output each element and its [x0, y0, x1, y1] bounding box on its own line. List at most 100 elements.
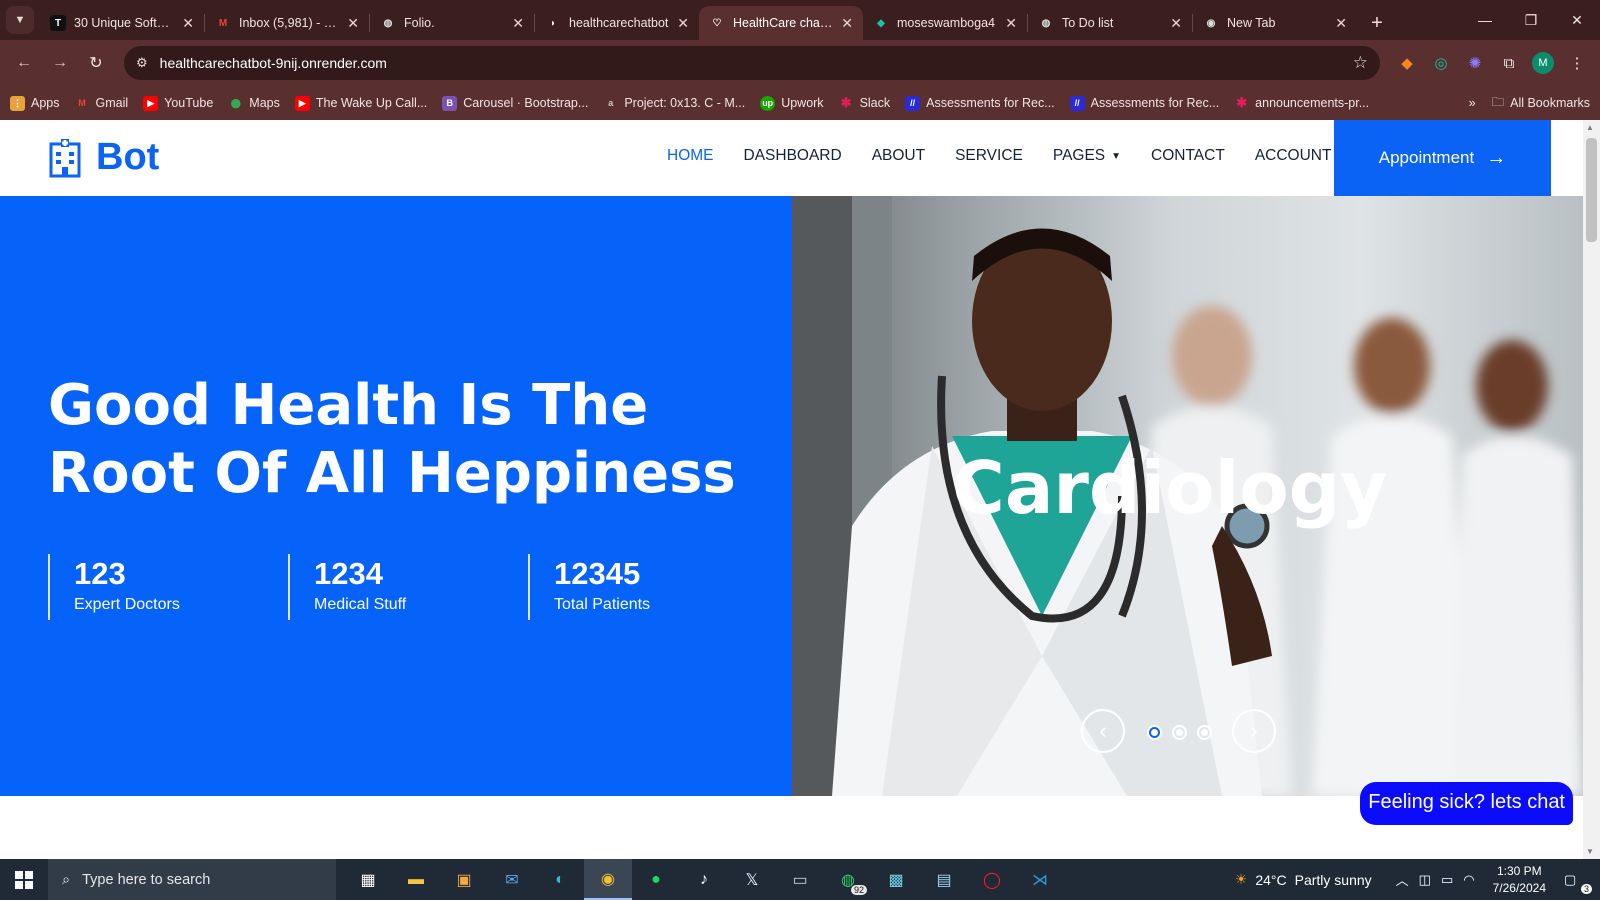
bookmark-wake-up-call[interactable]: ▶ The Wake Up Call... — [294, 95, 427, 111]
appointment-label: Appointment — [1378, 148, 1475, 167]
bookmark-alx-project[interactable]: a Project: 0x13. C - M... — [603, 96, 745, 111]
snipping-tool-icon[interactable]: ▩ — [872, 859, 920, 900]
new-tab-button[interactable]: + — [1363, 9, 1391, 37]
bookmark-maps[interactable]: ⬤ Maps — [228, 96, 280, 111]
mail-icon[interactable]: ✉ — [488, 859, 536, 900]
bookmark-assessments-2[interactable]: // Assessments for Rec... — [1069, 95, 1219, 111]
bookmark-youtube[interactable]: ▶ YouTube — [143, 95, 213, 111]
metamask-extension-icon[interactable]: ◆ — [1392, 48, 1422, 78]
web-page: Bot HOME DASHBOARD ABOUT SERVICE PAGES ▼ … — [0, 120, 1583, 859]
bookmark-announcements[interactable]: ✱ announcements-pr... — [1234, 95, 1369, 111]
reload-button[interactable]: ↻ — [80, 47, 112, 79]
appointment-button[interactable]: Appointment → — [1334, 120, 1551, 196]
meet-now-icon[interactable]: ◫ — [1419, 872, 1431, 888]
minimize-icon[interactable]: — — [1462, 0, 1508, 40]
scroll-down-icon[interactable]: ▼ — [1586, 847, 1594, 856]
battery-icon[interactable]: ▭ — [1441, 872, 1453, 888]
extension-gear-icon[interactable]: ✺ — [1460, 48, 1490, 78]
tab-3[interactable]: ◍ Folio. ✕ — [370, 6, 534, 40]
close-icon[interactable]: ✕ — [1170, 15, 1182, 32]
tiktok-icon[interactable]: ♪ — [680, 859, 728, 900]
address-bar[interactable]: ⚙ healthcarechatbot-9nij.onrender.com ☆ — [124, 46, 1380, 80]
spotify-icon[interactable]: ● — [632, 859, 680, 900]
close-icon[interactable]: ✕ — [677, 15, 689, 32]
close-window-icon[interactable]: ✕ — [1554, 0, 1600, 40]
close-icon[interactable]: ✕ — [1335, 15, 1347, 32]
stat-label: Expert Doctors — [74, 596, 180, 613]
tab-5-active[interactable]: ♡ HealthCare chatbot ✕ — [699, 6, 863, 40]
url-text[interactable]: healthcarechatbot-9nij.onrender.com — [160, 55, 1341, 71]
chrome-icon[interactable]: ◉ — [584, 859, 632, 900]
carousel-next-button[interactable]: › — [1232, 709, 1276, 753]
close-icon[interactable]: ✕ — [182, 15, 194, 32]
file-explorer-icon[interactable]: ▬ — [392, 859, 440, 900]
restore-icon[interactable]: ❐ — [1508, 0, 1554, 40]
more-bookmarks-chevron-icon[interactable]: » — [1469, 96, 1476, 110]
edge-icon[interactable]: ◐ — [536, 859, 584, 900]
bookmark-upwork[interactable]: up Upwork — [760, 95, 824, 111]
close-icon[interactable]: ✕ — [347, 15, 359, 32]
tab-6[interactable]: ◆ moseswamboga4 ✕ — [863, 6, 1027, 40]
carousel-dot-1[interactable] — [1147, 725, 1162, 740]
tab-2[interactable]: M Inbox (5,981) - mo ✕ — [205, 6, 369, 40]
extensions-puzzle-icon[interactable]: ⧉ — [1494, 48, 1524, 78]
x-icon[interactable]: 𝕏 — [728, 859, 776, 900]
chat-launcher-button[interactable]: Feeling sick? lets chat — [1360, 782, 1573, 825]
tab-7[interactable]: ◍ To Do list ✕ — [1028, 6, 1192, 40]
bookmark-star-icon[interactable]: ☆ — [1353, 53, 1368, 73]
bookmark-gmail[interactable]: M Gmail — [75, 96, 128, 111]
tab-title: moseswamboga4 — [897, 16, 995, 30]
weather-widget[interactable]: ☀ 24°C Partly sunny — [1235, 871, 1372, 888]
bookmark-assessments-1[interactable]: // Assessments for Rec... — [905, 95, 1055, 111]
bookmark-slack[interactable]: ✱ Slack — [839, 95, 891, 111]
kebab-menu-icon[interactable]: ⋮ — [1562, 48, 1592, 78]
nav-label: SERVICE — [955, 147, 1023, 164]
t-icon: T — [50, 15, 66, 31]
page-scrollbar[interactable]: ▲ ▼ — [1583, 120, 1600, 859]
nav-about[interactable]: ABOUT — [872, 147, 925, 165]
tab-search-button[interactable]: ▼ — [6, 6, 34, 34]
terminal-icon[interactable]: ▭ — [776, 859, 824, 900]
taskbar-search[interactable]: ⌕ Type here to search — [48, 859, 336, 900]
scroll-up-icon[interactable]: ▲ — [1586, 123, 1594, 132]
nav-home[interactable]: HOME — [667, 147, 714, 165]
start-button[interactable] — [0, 859, 48, 900]
notepad-icon[interactable]: ▤ — [920, 859, 968, 900]
nav-contact[interactable]: CONTACT — [1151, 147, 1225, 165]
profile-button[interactable]: M — [1528, 48, 1558, 78]
task-view-icon[interactable]: ▦ — [344, 859, 392, 900]
close-icon[interactable]: ✕ — [1005, 15, 1017, 32]
tab-8[interactable]: ◉ New Tab ✕ — [1193, 6, 1357, 40]
clock[interactable]: 1:30 PM 7/26/2024 — [1493, 863, 1546, 897]
forward-button[interactable]: → — [44, 47, 76, 79]
site-info-icon[interactable]: ⚙ — [136, 55, 148, 71]
wifi-icon[interactable]: ◠ — [1463, 872, 1474, 888]
bookmark-apps[interactable]: ⋮ Apps — [10, 95, 60, 111]
nav-service[interactable]: SERVICE — [955, 147, 1023, 165]
bookmark-bootstrap[interactable]: B Carousel · Bootstrap... — [442, 95, 588, 111]
site-logo[interactable]: Bot — [48, 136, 159, 179]
close-icon[interactable]: ✕ — [841, 15, 853, 32]
carousel-prev-button[interactable]: ‹ — [1081, 709, 1125, 753]
scrollbar-thumb[interactable] — [1586, 138, 1597, 242]
diamond-icon: ◆ — [877, 17, 885, 29]
chevron-left-icon: ‹ — [1099, 718, 1107, 743]
search-placeholder: Type here to search — [82, 872, 211, 888]
opera-icon[interactable]: ◯ — [968, 859, 1016, 900]
grammarly-extension-icon[interactable]: ◎ — [1426, 48, 1456, 78]
microsoft-store-icon[interactable]: ▣ — [440, 859, 488, 900]
whatsapp-icon[interactable]: ◍ 92 — [824, 859, 872, 900]
tab-4[interactable]: ◗ healthcarechatbot ✕ — [535, 6, 699, 40]
tab-1[interactable]: T 30 Unique Software ✕ — [40, 6, 204, 40]
nav-pages[interactable]: PAGES ▼ — [1053, 147, 1121, 165]
carousel-dot-2[interactable] — [1172, 725, 1187, 740]
close-icon[interactable]: ✕ — [512, 15, 524, 32]
vscode-icon[interactable]: ⋊ — [1016, 859, 1064, 900]
chevron-up-icon[interactable]: ︿ — [1396, 870, 1409, 889]
back-button[interactable]: ← — [8, 47, 40, 79]
all-bookmarks-button[interactable]: 🗀 All Bookmarks — [1492, 93, 1590, 114]
carousel-dot-3[interactable] — [1197, 725, 1212, 740]
heart-icon: ♡ — [712, 17, 722, 29]
notification-center-button[interactable]: ▢ 3 — [1564, 872, 1592, 894]
nav-dashboard[interactable]: DASHBOARD — [744, 147, 842, 165]
